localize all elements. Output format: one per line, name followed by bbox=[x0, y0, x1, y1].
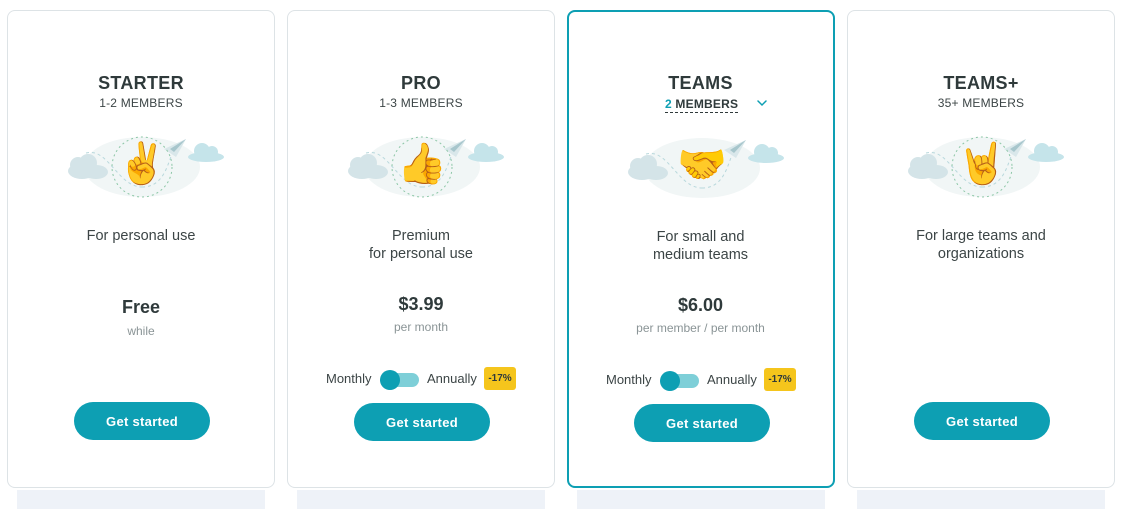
plan-price: $6.00 bbox=[677, 295, 724, 315]
plan-description: For large teams and organizations bbox=[848, 227, 1114, 263]
description-line: Premium bbox=[391, 228, 450, 244]
plan-price: Free bbox=[121, 297, 161, 317]
plan-price-note: per member / per month bbox=[636, 321, 765, 335]
billing-toggle-row: Monthly Annually -17% bbox=[568, 368, 833, 392]
billing-period-toggle[interactable] bbox=[660, 371, 699, 391]
toggle-knob[interactable] bbox=[660, 371, 680, 391]
card-shadow-strip bbox=[857, 490, 1105, 509]
billing-toggle-row: Monthly Annually -17% bbox=[288, 367, 554, 391]
plan-card-teams: TEAMS 2 MEMBERS 🤝 For small and medium t… bbox=[567, 10, 835, 488]
plan-card-starter: STARTER 1-2 MEMBERS ✌️ For personal use … bbox=[7, 10, 275, 488]
get-started-button[interactable]: Get started bbox=[914, 402, 1050, 440]
members-count-value: 2 bbox=[665, 97, 672, 111]
card-shadow-strip bbox=[297, 490, 545, 509]
toggle-knob[interactable] bbox=[380, 370, 400, 390]
billing-period-toggle[interactable] bbox=[380, 370, 419, 390]
plan-description: For small and medium teams bbox=[568, 228, 833, 264]
thumbs-up-icon: 👍 bbox=[397, 142, 447, 186]
plan-price-note: per month bbox=[393, 320, 449, 334]
description-line: For large teams and bbox=[916, 228, 1046, 244]
plan-card-pro: PRO 1-3 MEMBERS 👍 Premium for personal u… bbox=[287, 10, 555, 488]
victory-hand-icon: ✌️ bbox=[117, 142, 167, 186]
plan-price: $3.99 bbox=[398, 294, 444, 314]
description-line: organizations bbox=[937, 246, 1025, 262]
rock-on-hand-icon: 🤘 bbox=[957, 142, 1007, 186]
plan-price-note: while bbox=[127, 324, 155, 338]
card-shadow-strip bbox=[17, 490, 265, 509]
monthly-label[interactable]: Monthly bbox=[326, 371, 372, 386]
get-started-button[interactable]: Get started bbox=[634, 404, 770, 442]
plan-members: 1-2 MEMBERS bbox=[99, 96, 183, 110]
plan-card-teams-plus: TEAMS+ 35+ MEMBERS 🤘 For large teams and… bbox=[847, 10, 1115, 488]
get-started-button[interactable]: Get started bbox=[74, 402, 210, 440]
members-count-label: MEMBERS bbox=[675, 97, 739, 111]
plan-members: 1-3 MEMBERS bbox=[379, 96, 463, 110]
handshake-icon: 🤝 bbox=[677, 143, 727, 187]
plan-description: Premium for personal use bbox=[288, 227, 554, 263]
description-line: For small and bbox=[656, 229, 745, 245]
plan-title: TEAMS bbox=[668, 73, 733, 93]
description-line: for personal use bbox=[369, 246, 473, 262]
description-line: medium teams bbox=[652, 247, 749, 263]
card-shadow-strip bbox=[577, 490, 825, 509]
annually-label[interactable]: Annually bbox=[427, 371, 477, 386]
monthly-label[interactable]: Monthly bbox=[606, 372, 652, 387]
plan-title: PRO bbox=[401, 73, 441, 93]
members-count-dropdown[interactable]: 2 MEMBERS bbox=[665, 97, 739, 113]
plan-description: For personal use bbox=[8, 227, 274, 245]
discount-badge: -17% bbox=[764, 368, 796, 391]
annually-label[interactable]: Annually bbox=[707, 372, 757, 387]
plan-title: TEAMS+ bbox=[943, 73, 1019, 93]
description-line: For personal use bbox=[86, 228, 196, 244]
plan-title: STARTER bbox=[98, 73, 184, 93]
get-started-button[interactable]: Get started bbox=[354, 403, 490, 441]
chevron-down-icon[interactable] bbox=[755, 96, 769, 110]
plan-members: 35+ MEMBERS bbox=[937, 96, 1025, 110]
discount-badge: -17% bbox=[484, 367, 516, 390]
